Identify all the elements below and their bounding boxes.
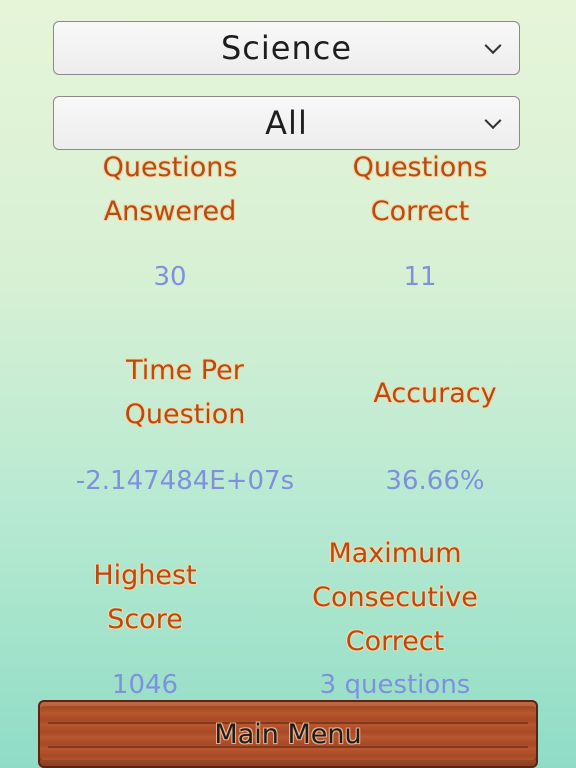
highest-score-label: Highest Score	[93, 560, 197, 635]
highest-score-value: 1046	[111, 670, 179, 700]
accuracy-label: Accuracy	[373, 378, 497, 409]
questions-answered-value: 30	[153, 262, 187, 292]
main-menu-label: Main Menu	[214, 718, 362, 750]
max-consecutive-value: 3 questions	[319, 670, 471, 700]
chevron-down-icon	[484, 37, 502, 55]
questions-correct-label: Questions Correct	[352, 152, 488, 227]
subject-dropdown[interactable]: Science	[53, 21, 520, 75]
max-consecutive-label: Maximum Consecutive Correct	[312, 538, 478, 657]
questions-correct-value: 11	[403, 262, 437, 292]
difficulty-dropdown[interactable]: All	[53, 96, 520, 150]
main-menu-button[interactable]: Main Menu	[38, 700, 538, 768]
time-per-question-label: Time Per Question	[124, 355, 246, 430]
time-per-question-value: -2.147484E+07s	[75, 466, 295, 496]
accuracy-value: 36.66%	[385, 466, 485, 496]
chevron-down-icon	[484, 112, 502, 130]
subject-dropdown-value: Science	[220, 29, 353, 67]
questions-answered-label: Questions Answered	[102, 152, 238, 227]
difficulty-dropdown-value: All	[265, 104, 308, 142]
